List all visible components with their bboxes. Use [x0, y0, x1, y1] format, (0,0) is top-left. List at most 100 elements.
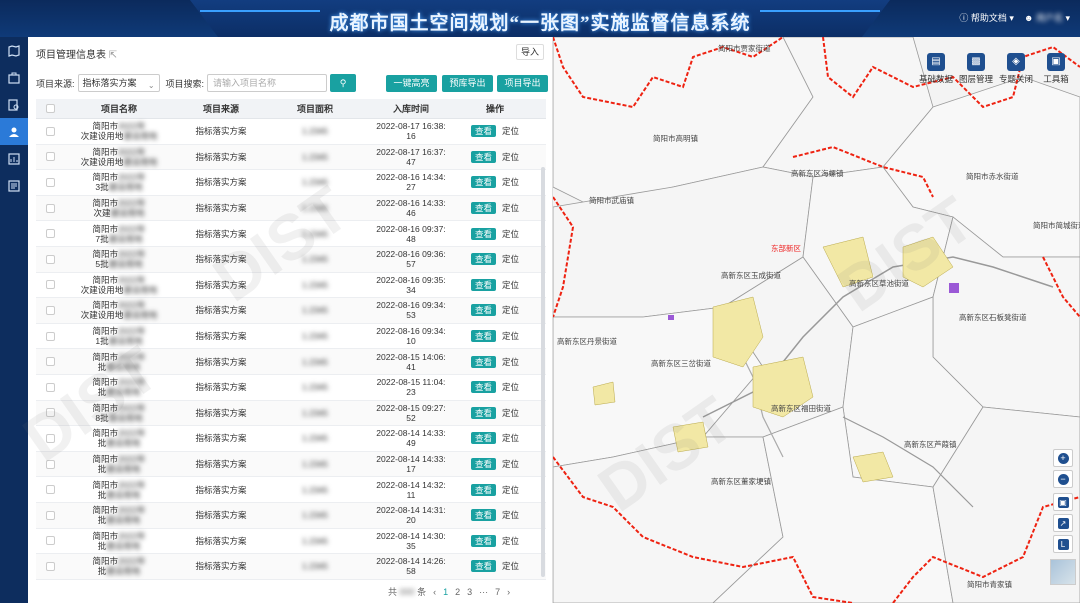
locate-button[interactable]: 定位 [502, 510, 519, 520]
locate-button[interactable]: 定位 [502, 229, 519, 239]
locate-button[interactable]: 定位 [502, 408, 519, 418]
row-checkbox[interactable] [45, 254, 55, 264]
row-checkbox[interactable] [45, 229, 55, 239]
row-checkbox[interactable] [45, 331, 55, 341]
import-button[interactable]: 导入 [516, 44, 544, 60]
table-row[interactable]: 简阳市2022年 次建设用地建设用地 指标落实方案 1.2345 2022-08-17 … [36, 119, 546, 145]
locate-button[interactable]: 定位 [502, 561, 519, 571]
locate-button[interactable]: 定位 [502, 280, 519, 290]
row-checkbox[interactable] [45, 305, 55, 315]
fullscreen-button[interactable]: ▣ [1053, 493, 1073, 511]
next-page[interactable]: › [507, 587, 510, 597]
view-button[interactable]: 查看 [470, 227, 496, 240]
page-7[interactable]: 7 [495, 587, 500, 597]
locate-button[interactable]: L [1053, 535, 1073, 553]
locate-button[interactable]: 定位 [502, 177, 519, 187]
page-2[interactable]: 2 [455, 587, 460, 597]
nav-review[interactable] [0, 91, 28, 118]
zoom-out-button[interactable]: − [1053, 470, 1073, 488]
search-input[interactable]: 请输入项目名称 [207, 74, 328, 92]
view-button[interactable]: 查看 [470, 202, 496, 215]
row-checkbox[interactable] [45, 561, 55, 571]
nav-project-manage[interactable] [0, 118, 28, 145]
expand-icon[interactable]: ⇱ [109, 50, 117, 61]
view-button[interactable]: 查看 [470, 458, 496, 471]
locate-button[interactable]: 定位 [502, 433, 519, 443]
table-row[interactable]: 简阳市2022年 次建建设用地 指标落实方案 1.2345 2022-08-16 14:… [36, 195, 546, 222]
table-row[interactable]: 简阳市2022年 批建设用地 指标落实方案 1.2345 2022-08-14 14:3… [36, 426, 546, 452]
row-checkbox[interactable] [45, 536, 55, 546]
toolbox-tool[interactable]: ▣ 工具箱 [1038, 53, 1074, 85]
table-row[interactable]: 简阳市2022年 7批建设用地 指标落实方案 1.2345 2022-08-16 09:… [36, 221, 546, 247]
table-row[interactable]: 简阳市2022年 批建设用地 指标落实方案 1.2345 2022-08-14 14:3… [36, 451, 546, 478]
row-checkbox[interactable] [45, 485, 55, 495]
view-button[interactable]: 查看 [470, 125, 496, 138]
table-row[interactable]: 简阳市2022年 次建设用地建设用地 指标落实方案 1.2345 2022-08-17 … [36, 144, 546, 171]
view-button[interactable]: 查看 [470, 355, 496, 368]
table-row[interactable]: 简阳市2022年 批建设用地 指标落实方案 1.2345 2022-08-15 11:0… [36, 375, 546, 401]
table-row[interactable]: 简阳市2022年 3批建设用地 指标落实方案 1.2345 2022-08-16 14:… [36, 170, 546, 196]
view-button[interactable]: 查看 [470, 304, 496, 317]
locate-button[interactable]: 定位 [502, 152, 519, 162]
topic-close-tool[interactable]: ◈ 专题关闭 [998, 53, 1034, 85]
row-checkbox[interactable] [45, 177, 55, 187]
nav-stats[interactable] [0, 145, 28, 172]
locate-button[interactable]: 定位 [502, 357, 519, 367]
locate-button[interactable]: 定位 [502, 459, 519, 469]
view-button[interactable]: 查看 [470, 560, 496, 573]
view-button[interactable]: 查看 [470, 253, 496, 266]
select-all-checkbox[interactable] [45, 104, 55, 113]
view-button[interactable]: 查看 [470, 483, 496, 496]
locate-button[interactable]: 定位 [502, 305, 519, 315]
locate-button[interactable]: 定位 [502, 254, 519, 264]
nav-project[interactable] [0, 64, 28, 91]
table-row[interactable]: 简阳市2022年 批建设用地 指标落实方案 1.2345 2022-08-14 14:3… [36, 502, 546, 529]
view-button[interactable]: 查看 [470, 432, 496, 445]
locate-button[interactable]: 定位 [502, 203, 519, 213]
zoom-in-button[interactable]: + [1053, 449, 1073, 467]
table-row[interactable]: 简阳市2022年 批建设用地 指标落实方案 1.2345 2022-08-14 14:3… [36, 529, 546, 555]
locate-button[interactable]: 定位 [502, 331, 519, 341]
export-lib-button[interactable]: 预库导出 [442, 75, 493, 92]
row-checkbox[interactable] [45, 459, 55, 469]
row-checkbox[interactable] [45, 433, 55, 443]
search-button[interactable]: ⚲ [330, 74, 357, 92]
locate-button[interactable]: 定位 [502, 126, 519, 136]
page-ellipsis[interactable]: ··· [479, 587, 488, 597]
table-row[interactable]: 简阳市2022年 次建设用地建设用地 指标落实方案 1.2345 2022-08-16 … [36, 298, 546, 324]
page-1[interactable]: 1 [443, 587, 448, 597]
export-project-button[interactable]: 项目导出 [497, 75, 548, 92]
table-row[interactable]: 简阳市2022年 1批建设用地 指标落实方案 1.2345 2022-08-16 09:… [36, 324, 546, 350]
table-row[interactable]: 简阳市2022年 批建设用地 指标落实方案 1.2345 2022-08-14 14:2… [36, 554, 546, 580]
locate-button[interactable]: 定位 [502, 382, 519, 392]
view-button[interactable]: 查看 [470, 534, 496, 547]
locate-button[interactable]: 定位 [502, 536, 519, 546]
view-button[interactable]: 查看 [470, 150, 496, 163]
row-checkbox[interactable] [45, 203, 55, 213]
row-checkbox[interactable] [45, 382, 55, 392]
nav-map[interactable] [0, 37, 28, 64]
nav-report[interactable] [0, 172, 28, 199]
view-button[interactable]: 查看 [470, 330, 496, 343]
locate-button[interactable]: 定位 [502, 485, 519, 495]
table-row[interactable]: 简阳市2022年 8批建设用地 指标落实方案 1.2345 2022-08-15 09:… [36, 400, 546, 427]
table-row[interactable]: 简阳市2022年 5批建设用地 指标落实方案 1.2345 2022-08-16 09:… [36, 246, 546, 273]
base-data-tool[interactable]: ▤ 基础数据 [918, 53, 954, 85]
row-checkbox[interactable] [45, 152, 55, 162]
layer-manage-tool[interactable]: ▩ 图层管理 [958, 53, 994, 85]
help-docs-button[interactable]: ⓘ 帮助文档 ▾ [959, 11, 1014, 24]
table-row[interactable]: 简阳市2022年 批建设用地 指标落实方案 1.2345 2022-08-14 14:3… [36, 477, 546, 503]
table-row[interactable]: 简阳市2022年 批建设用地 指标落实方案 1.2345 2022-08-15 14:0… [36, 349, 546, 375]
source-select[interactable]: 指标落实方案 ⌄ [77, 74, 160, 92]
basemap-switch-thumbnail[interactable] [1050, 559, 1076, 585]
table-row[interactable]: 简阳市2022年 次建设用地建设用地 指标落实方案 1.2345 2022-08-16 … [36, 273, 546, 299]
view-button[interactable]: 查看 [470, 278, 496, 291]
view-button[interactable]: 查看 [470, 509, 496, 522]
prev-page[interactable]: ‹ [433, 587, 436, 597]
measure-button[interactable]: ↗ [1053, 514, 1073, 532]
user-menu[interactable]: ☻ 用户名 ▾ [1024, 11, 1070, 24]
row-checkbox[interactable] [45, 126, 55, 136]
row-checkbox[interactable] [45, 280, 55, 290]
view-button[interactable]: 查看 [470, 176, 496, 189]
map-view[interactable]: 简阳市贾家街道 简阳市高明镇 高新东区海螺镇 简阳市赤水街道 简阳市武庙镇 简阳… [553, 37, 1080, 603]
